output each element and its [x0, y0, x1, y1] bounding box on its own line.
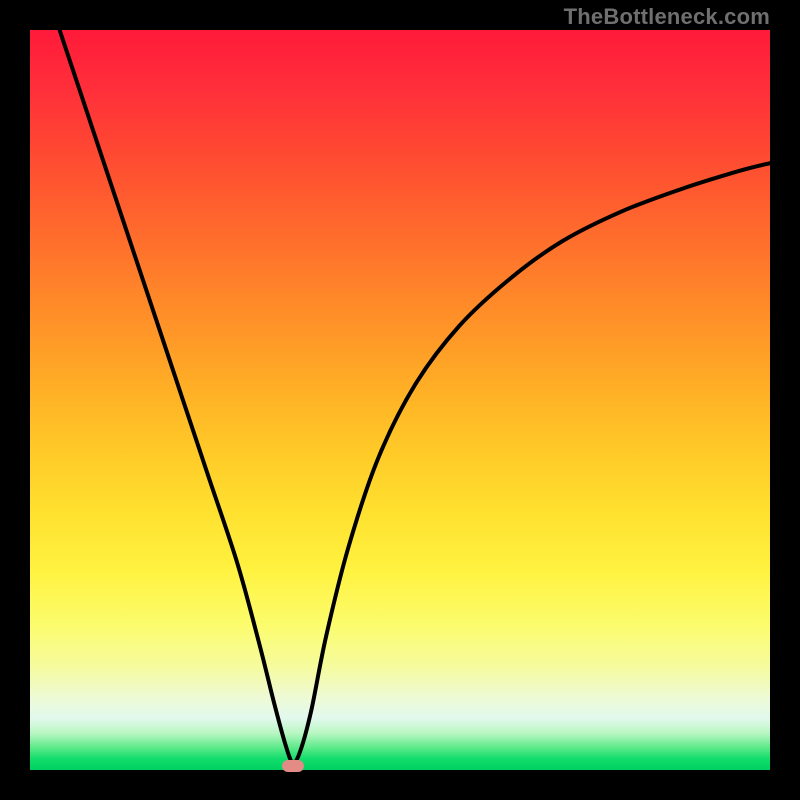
optimal-marker [282, 760, 304, 772]
bottleneck-curve [30, 30, 770, 770]
watermark-text: TheBottleneck.com [564, 4, 770, 30]
plot-area [30, 30, 770, 770]
chart-frame: TheBottleneck.com [0, 0, 800, 800]
